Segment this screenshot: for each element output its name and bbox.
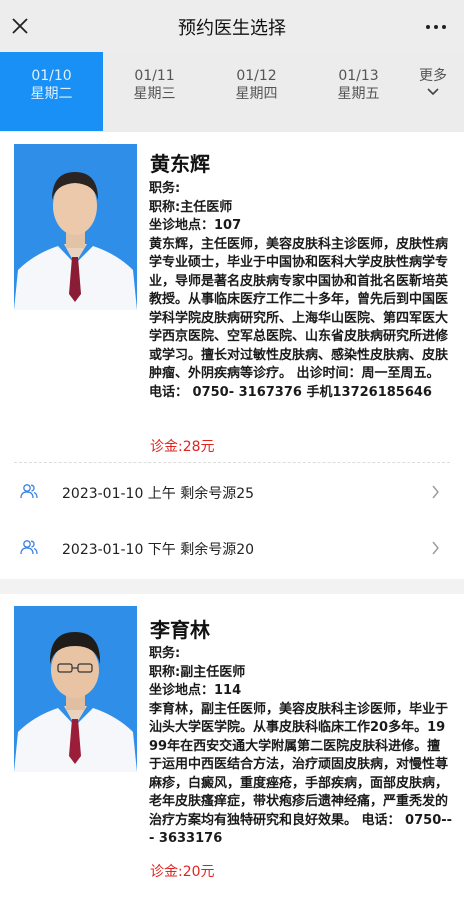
more-dates-button[interactable]: 更多 — [410, 52, 456, 131]
time-slot-morning[interactable]: 2023-01-10 上午 剩余号源25 — [0, 473, 464, 513]
top-bar: 预约医生选择 — [0, 0, 464, 52]
date-tab-weekday: 星期四 — [235, 86, 278, 102]
date-tab-0112[interactable]: 01/12 星期四 — [205, 52, 308, 131]
date-tab-date: 01/10 — [31, 68, 72, 84]
doctor-card[interactable]: 黄东辉 职务: 职称:主任医师 坐诊地点：107 黄东辉，主任医师，美容皮肤科主… — [0, 132, 464, 579]
doctor-title: 职称:主任医师 — [149, 199, 233, 215]
date-tab-date: 01/11 — [134, 68, 175, 84]
doctor-fee: 诊金:20元 — [150, 864, 215, 880]
slot-text: 2023-01-10 下午 剩余号源20 — [62, 542, 255, 558]
chevron-right-icon — [432, 541, 439, 555]
doctor-info: 职务: 职称:主任医师 坐诊地点：107 黄东辉，主任医师，美容皮肤科主诊医师，… — [149, 180, 453, 402]
doctor-fee: 诊金:28元 — [150, 439, 215, 455]
doctor-photo — [14, 606, 137, 772]
doctor-location: 坐诊地点：114 — [149, 683, 242, 698]
doctor-duty: 职务: — [149, 646, 181, 661]
date-tab-date: 01/12 — [236, 68, 277, 84]
chevron-down-icon — [427, 88, 439, 96]
date-tab-weekday: 星期五 — [337, 86, 380, 102]
divider — [14, 462, 450, 463]
date-tab-0110[interactable]: 01/10 星期二 — [0, 52, 103, 131]
doctor-bio: 李育林，副主任医师，美容皮肤科主诊医师，毕业于汕头大学医学院。从事皮肤科临床工作… — [149, 701, 453, 847]
date-tab-0111[interactable]: 01/11 星期三 — [103, 52, 206, 131]
people-icon — [20, 540, 38, 555]
doctor-photo — [14, 144, 137, 310]
chevron-right-icon — [432, 485, 439, 499]
date-tab-0113[interactable]: 01/13 星期五 — [307, 52, 410, 131]
time-slot-afternoon[interactable]: 2023-01-10 下午 剩余号源20 — [0, 529, 464, 569]
doctor-card[interactable]: 李育林 职务: 职称:副主任医师 坐诊地点：114 李育林，副主任医师，美容皮肤… — [0, 594, 464, 898]
doctor-location: 坐诊地点：107 — [149, 218, 242, 233]
people-icon — [20, 484, 38, 499]
doctor-name: 黄东辉 — [150, 152, 210, 176]
date-tabs: 01/10 星期二 01/11 星期三 01/12 星期四 01/13 星期五 … — [0, 52, 464, 132]
doctor-bio: 黄东辉，主任医师，美容皮肤科主诊医师，皮肤性病学专业硕士，毕业于中国协和医科大学… — [149, 236, 449, 400]
page-title: 预约医生选择 — [178, 18, 286, 39]
more-dots-icon[interactable] — [426, 25, 446, 29]
date-tab-weekday: 星期二 — [30, 86, 73, 102]
more-dates-label: 更多 — [419, 68, 447, 84]
date-tab-weekday: 星期三 — [133, 86, 176, 102]
date-tab-date: 01/13 — [338, 68, 379, 84]
doctor-name: 李育林 — [150, 618, 210, 642]
doctor-info: 职务: 职称:副主任医师 坐诊地点：114 李育林，副主任医师，美容皮肤科主诊医… — [149, 645, 453, 849]
doctor-duty: 职务: — [149, 181, 181, 196]
slot-text: 2023-01-10 上午 剩余号源25 — [62, 486, 255, 502]
doctor-title: 职称:副主任医师 — [149, 664, 246, 680]
